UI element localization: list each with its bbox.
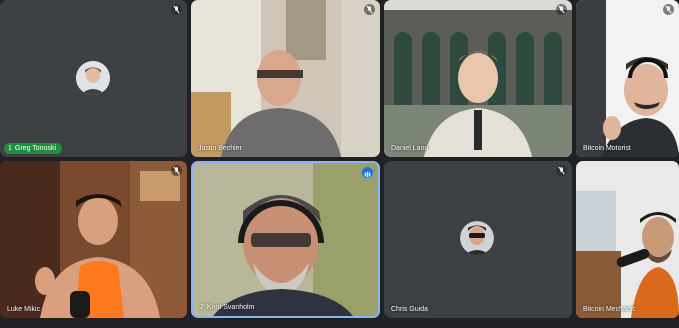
tile-index: 1 [8,145,12,152]
mic-off-icon [556,4,567,15]
video-feed [384,0,572,157]
mic-off-icon [171,165,182,176]
participant-name: Chris Guida [391,306,428,313]
participant-name: Daniel Land [391,145,429,152]
video-feed [0,161,187,318]
participant-name: Justin Bechler [198,145,242,152]
mic-off-icon [171,4,182,15]
participant-name: Luke Mikic [7,306,41,313]
pinned-name-pill: 1 Greg Tonoski [4,143,63,154]
video-feed [576,161,679,318]
participant-tile-bitcoin-motorist[interactable]: Bitcoin Motorist [576,0,679,157]
participant-avatar [76,61,110,95]
mic-off-icon [663,4,674,15]
participant-name: Greg Tonoski [14,145,57,152]
participant-tile-bitcoin-mechanic[interactable]: Bitcoin Mechanic [576,161,679,318]
participant-tile-knut-svanholm[interactable]: 2 Knut Svanholm [191,161,380,318]
participant-name-with-index: 2 Knut Svanholm [200,304,254,311]
video-feed [191,0,380,157]
participant-name: Bitcoin Motorist [583,145,631,152]
participant-name: Bitcoin Mechanic [583,306,636,313]
video-feed [193,163,378,316]
participant-avatar [460,221,494,255]
participant-tile-luke-mikic[interactable]: Luke Mikic [0,161,187,318]
mic-off-icon [556,165,567,176]
mic-off-icon [364,4,375,15]
audio-wave-icon [362,167,373,178]
participant-tile-justin-bechler[interactable]: Justin Bechler [191,0,380,157]
participant-tile-greg-tonoski[interactable]: 1 Greg Tonoski [0,0,187,157]
participant-name: Knut Svanholm [206,304,255,311]
participant-tile-chris-guida[interactable]: Chris Guida [384,161,572,318]
tile-index: 2 [200,304,204,311]
participant-tile-daniel-land[interactable]: Daniel Land [384,0,572,157]
video-feed [576,0,679,157]
